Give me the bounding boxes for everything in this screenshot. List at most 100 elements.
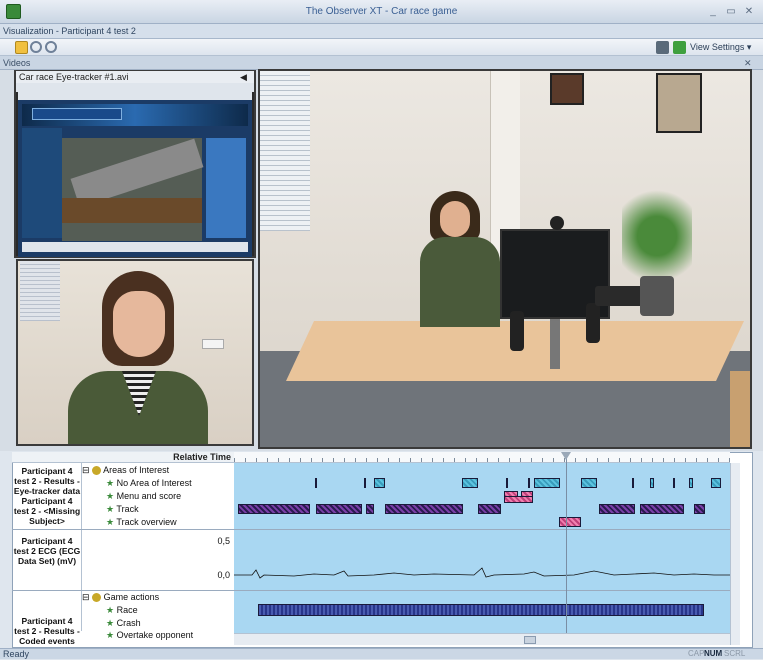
race-event-bar: [258, 604, 704, 616]
panel-title: Visualization - Participant 4 test 2: [0, 24, 763, 39]
aoi-bar: [650, 478, 654, 488]
aoi-bar: [640, 504, 684, 514]
aoi-bar: [632, 478, 634, 488]
num-indicator: NUM: [704, 649, 723, 658]
aoi-group-label: Areas of Interest: [103, 465, 170, 475]
game-actions-group-label: Game actions: [103, 592, 160, 602]
subject-icon: ★: [106, 605, 115, 615]
subject-icon: ★: [106, 504, 115, 514]
person-body: [420, 237, 500, 327]
face: [113, 291, 165, 357]
aoi-bar: [528, 478, 530, 488]
ecg-plot-area[interactable]: [234, 530, 730, 590]
aoi-label: Track overview: [116, 517, 177, 527]
view-settings-label: View Settings: [690, 42, 745, 52]
aoi-row-no-area[interactable]: ★ No Area of Interest: [106, 477, 192, 490]
window-title: The Observer XT - Car race game: [305, 6, 458, 17]
toolbar: [0, 39, 763, 56]
browser-statusbar: [22, 242, 248, 252]
collapse-icon[interactable]: ⊟: [82, 592, 90, 602]
wall-poster: [550, 73, 584, 105]
view-settings-button[interactable]: View Settings ▾: [690, 39, 751, 56]
aoi-label: No Area of Interest: [116, 478, 192, 488]
horizontal-scroll-thumb[interactable]: [524, 636, 536, 644]
aoi-label: Menu and score: [116, 491, 182, 501]
webcam: [550, 216, 564, 230]
game-actions-group-row[interactable]: ⊟ Game actions: [82, 591, 234, 604]
aoi-bar: [366, 504, 374, 514]
aoi-bar: [316, 504, 362, 514]
ecg-signal-line: [234, 567, 730, 579]
ecg-signal-chart: [234, 567, 730, 579]
videos-header: Videos: [0, 56, 763, 70]
eyetracker-video-title: Car race Eye-tracker #1.avi: [16, 71, 254, 83]
track-ground: [62, 198, 202, 223]
candystand-logo: [32, 108, 122, 120]
zoom-in-icon[interactable]: [30, 41, 42, 53]
aoi-bar: [385, 504, 463, 514]
plant-pot: [640, 276, 674, 316]
event-label: Overtake opponent: [116, 630, 194, 640]
wall-socket: [202, 339, 224, 349]
face-video: [16, 259, 254, 446]
restore-button[interactable]: ▭: [724, 5, 738, 19]
section3-label: Participant 4 test 2 - Results - Coded e…: [14, 616, 80, 646]
time-cursor-line[interactable]: [566, 458, 567, 636]
person-face: [440, 201, 470, 237]
scrl-indicator: SCRL: [724, 649, 746, 658]
browser-toolbar: [18, 92, 252, 100]
room-video: [260, 71, 750, 447]
aoi-bar: [599, 504, 635, 514]
site-left-menu: [22, 128, 62, 238]
site-right-panel: [206, 138, 246, 238]
collapse-icon[interactable]: ⊟: [82, 465, 90, 475]
speaker-icon[interactable]: ◀: [240, 71, 247, 83]
relative-time-label: Relative Time: [12, 452, 234, 463]
window-blind: [20, 261, 60, 321]
videos-close-button[interactable]: ✕: [744, 56, 752, 70]
zoom-out-icon[interactable]: [45, 41, 57, 53]
aoi-row-track-overview[interactable]: ★ Track overview: [106, 516, 177, 529]
aoi-bar: [506, 478, 508, 488]
speaker-left: [510, 311, 524, 351]
aoi-row-menu-score[interactable]: ★ Menu and score: [106, 490, 181, 503]
ecg-y-axis-top: 0,5: [217, 536, 230, 546]
time-ruler[interactable]: [234, 452, 730, 463]
section1-label: Participant 4 test 2 - Results - Eye-tra…: [13, 466, 81, 526]
snapshot-icon[interactable]: [656, 41, 669, 54]
aoi-row-track[interactable]: ★ Track: [106, 503, 139, 516]
status-bar: Ready: [0, 648, 763, 659]
aoi-bar: [694, 504, 705, 514]
cap-indicator: CAP: [688, 649, 705, 658]
aoi-bar: [559, 517, 581, 527]
aoi-group-row[interactable]: ⊟ Areas of Interest: [82, 464, 234, 477]
label-divider: [81, 463, 82, 631]
subject-icon: ★: [106, 618, 115, 628]
ecg-y-axis-zero: 0,0: [217, 570, 230, 580]
export-icon[interactable]: [673, 41, 686, 54]
aoi-bar: [534, 478, 560, 488]
speaker-right: [586, 303, 600, 343]
aoi-label: Track: [116, 504, 139, 514]
event-row-overtake[interactable]: ★ Overtake opponent: [106, 629, 193, 642]
aoi-bar: [711, 478, 721, 488]
aoi-bar: [504, 496, 533, 503]
aoi-bar: [673, 478, 675, 488]
eyetracker-video-toolbar[interactable]: [16, 83, 254, 92]
subject-icon: ★: [106, 491, 115, 501]
vertical-scrollbar[interactable]: [730, 463, 740, 645]
minimize-button[interactable]: _: [706, 5, 720, 19]
aoi-plot-area[interactable]: [234, 463, 730, 529]
cabinet: [730, 371, 750, 447]
event-label: Crash: [116, 618, 141, 628]
horizontal-scrollbar[interactable]: [234, 633, 730, 645]
chevron-down-icon: ▾: [746, 42, 752, 52]
buddha-picture: [656, 73, 702, 133]
aoi-bar: [374, 478, 385, 488]
event-row-race[interactable]: ★ Race: [106, 604, 138, 617]
select-tool-icon[interactable]: [15, 41, 28, 54]
aoi-bar: [238, 504, 310, 514]
section2-label: Participant 4 test 2 ECG (ECG Data Set) …: [13, 536, 81, 566]
status-text: Ready: [3, 649, 30, 659]
close-button[interactable]: ✕: [742, 5, 756, 19]
